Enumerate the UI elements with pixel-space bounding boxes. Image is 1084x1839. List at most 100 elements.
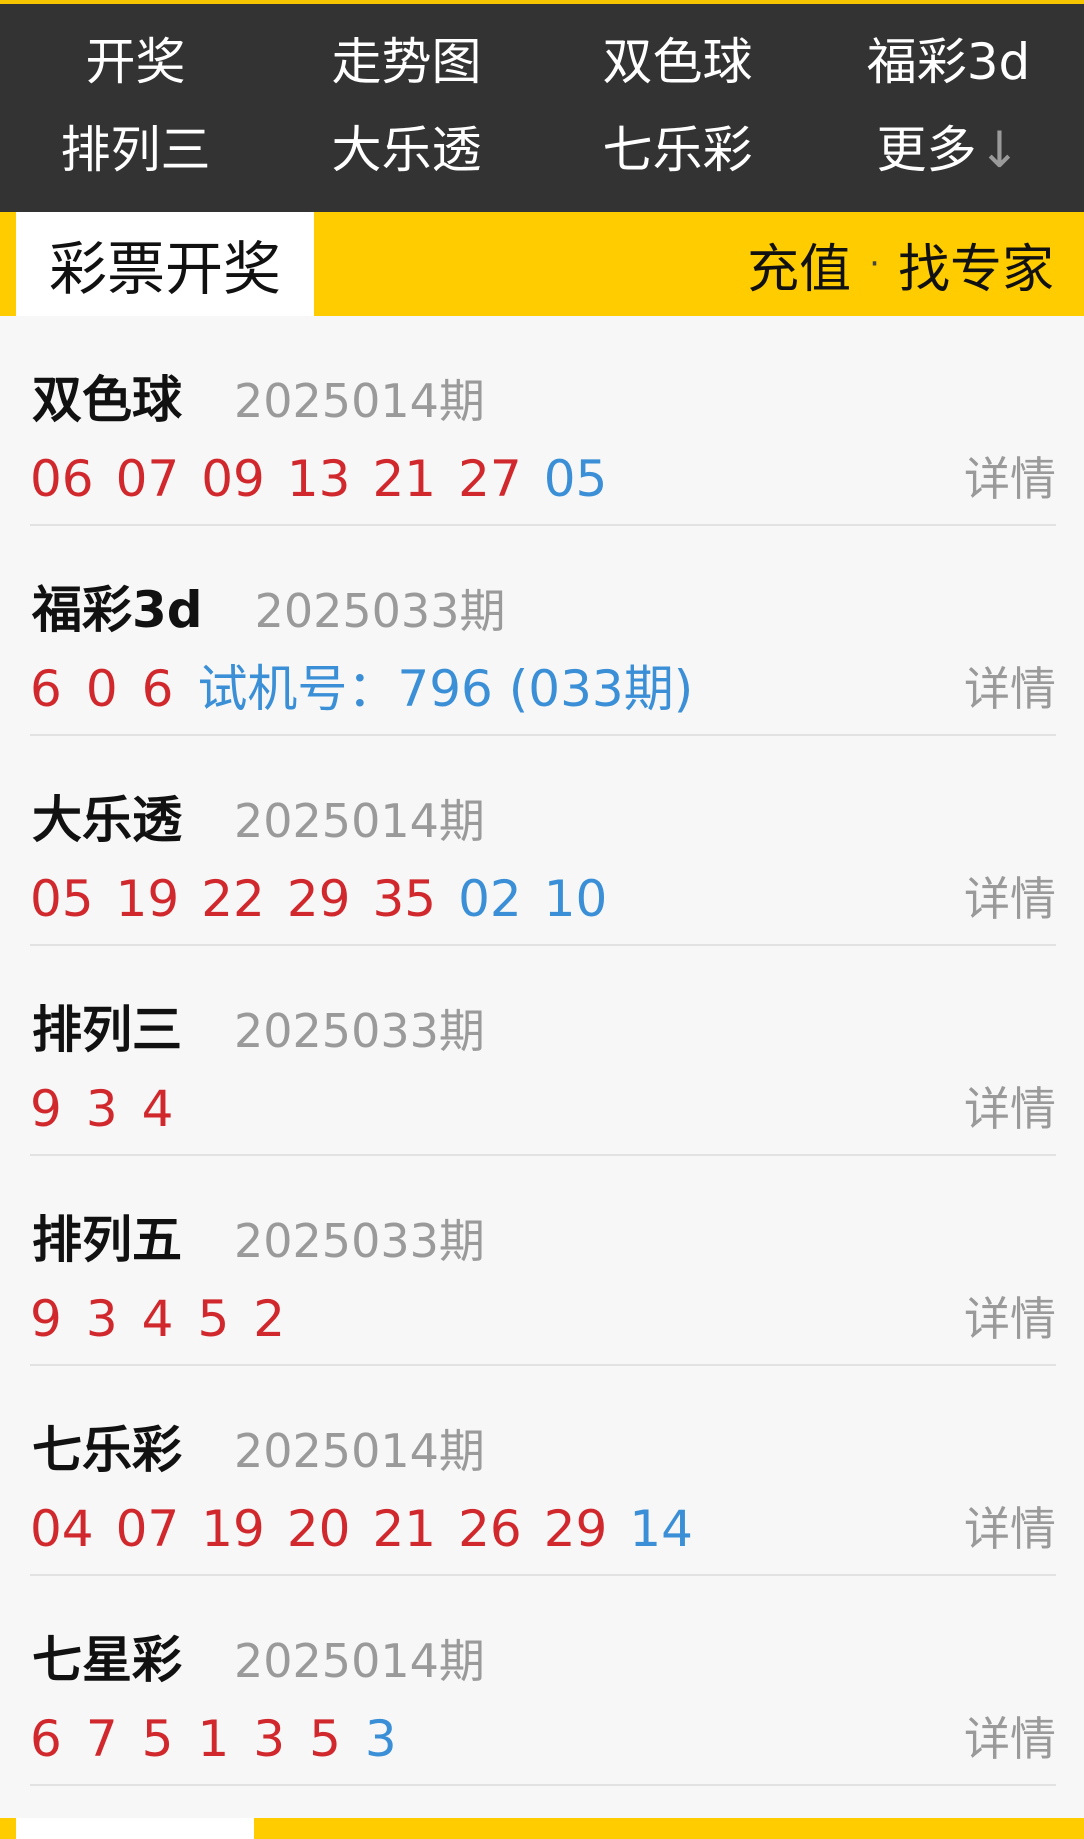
nav-more-label: 更多	[876, 121, 977, 179]
lottery-period: 2025014期	[234, 1424, 485, 1478]
winning-numbers: 05 19 22 29 35 02 10	[30, 874, 629, 924]
lottery-period: 2025014期	[234, 1634, 485, 1688]
nav-item-daletou[interactable]: 大乐透	[271, 125, 542, 175]
red-ball-number: 5	[197, 1290, 230, 1348]
winning-numbers: 06 07 09 13 21 27 05	[30, 454, 629, 504]
lottery-name: 七星彩	[32, 1631, 182, 1689]
red-ball-number: 0	[85, 660, 118, 718]
red-ball-number: 27	[458, 450, 522, 508]
red-ball-number: 05	[30, 870, 94, 928]
lottery-name: 福彩3d	[32, 581, 203, 639]
bottom-section-header	[0, 1818, 1084, 1839]
winning-numbers: 6751353	[30, 1714, 421, 1764]
nav-item-trend-chart[interactable]: 走势图	[271, 37, 542, 87]
top-navigation: 开奖 走势图 双色球 福彩3d 排列三 大乐透 七乐彩 更多↓	[0, 4, 1084, 212]
list-item[interactable]: 七乐彩 2025014期 04 07 19 20 21 26 29 14 详情	[30, 1366, 1056, 1576]
lottery-header: 大乐透 2025014期	[32, 780, 485, 852]
list-item[interactable]: 排列三 2025033期 9 3 4 详情	[30, 946, 1056, 1156]
red-ball-number: 29	[286, 870, 351, 928]
red-ball-number: 21	[372, 1500, 437, 1558]
lottery-name: 排列三	[32, 1001, 182, 1059]
red-ball-number: 26	[458, 1500, 522, 1558]
red-ball-number: 2	[253, 1290, 286, 1348]
nav-item-kaijiang[interactable]: 开奖	[0, 37, 271, 87]
nav-item-more[interactable]: 更多↓	[813, 125, 1084, 175]
nav-item-shuangseqiu[interactable]: 双色球	[542, 37, 813, 87]
red-ball-number: 6	[30, 660, 62, 718]
winning-numbers: 93452	[30, 1294, 309, 1344]
lottery-header: 七乐彩 2025014期	[32, 1410, 485, 1482]
winning-numbers: 934	[30, 1084, 197, 1134]
bottom-tab	[16, 1818, 254, 1839]
blue-ball-number: 3	[364, 1710, 397, 1768]
lottery-header: 双色球 2025014期	[32, 360, 485, 432]
trial-number: 试机号：796 (033期)	[197, 660, 694, 718]
red-ball-number: 19	[115, 870, 180, 928]
red-ball-number: 7	[85, 1710, 118, 1768]
detail-link[interactable]: 详情	[964, 456, 1056, 502]
link-separator: ·	[869, 244, 880, 284]
lottery-period: 2025033期	[234, 1214, 485, 1268]
winning-numbers: 04 07 19 20 21 26 29 14	[30, 1504, 715, 1554]
red-ball-number: 4	[141, 1290, 174, 1348]
blue-ball-number: 02	[458, 870, 522, 928]
lottery-name: 七乐彩	[32, 1421, 182, 1479]
blue-ball-number: 14	[629, 1500, 693, 1558]
red-ball-number: 9	[30, 1080, 62, 1138]
lottery-header: 排列五 2025033期	[32, 1200, 485, 1272]
lottery-results-list: 双色球 2025014期 06 07 09 13 21 27 05 详情 福彩3d 2025033期 6…	[0, 316, 1084, 1786]
detail-link[interactable]: 详情	[964, 1086, 1056, 1132]
red-ball-number: 07	[115, 450, 180, 508]
tab-lottery-results[interactable]: 彩票开奖	[16, 212, 314, 316]
list-item[interactable]: 七星彩 2025014期 6 7 5 1 3 5 3 详情	[30, 1576, 1056, 1786]
red-ball-number: 3	[253, 1710, 286, 1768]
red-ball-number: 13	[286, 450, 351, 508]
lottery-period: 2025014期	[234, 374, 485, 428]
list-item[interactable]: 排列五 2025033期 9 3 4 5 2 详情	[30, 1156, 1056, 1366]
lottery-name: 大乐透	[32, 791, 182, 849]
red-ball-number: 3	[85, 1080, 118, 1138]
section-header: 彩票开奖 充值 · 找专家	[0, 212, 1084, 316]
lottery-name: 双色球	[32, 371, 182, 429]
red-ball-number: 29	[543, 1500, 608, 1558]
detail-link[interactable]: 详情	[964, 666, 1056, 712]
list-item[interactable]: 大乐透 2025014期 05 19 22 29 35 02 10 详情	[30, 736, 1056, 946]
red-ball-number: 9	[30, 1290, 62, 1348]
red-ball-number: 09	[201, 450, 265, 508]
red-ball-number: 5	[141, 1710, 174, 1768]
detail-link[interactable]: 详情	[964, 876, 1056, 922]
lottery-header: 七星彩 2025014期	[32, 1620, 485, 1692]
lottery-period: 2025033期	[254, 584, 506, 638]
red-ball-number: 6	[141, 660, 174, 718]
section-links: 充值 · 找专家	[747, 212, 1054, 316]
winning-numbers: 6 0 6 试机号：796 (033期)	[30, 664, 693, 714]
red-ball-number: 06	[30, 450, 94, 508]
nav-item-pailie3[interactable]: 排列三	[0, 125, 271, 175]
lottery-period: 2025033期	[234, 1004, 485, 1058]
red-ball-number: 19	[201, 1500, 265, 1558]
detail-link[interactable]: 详情	[964, 1296, 1056, 1342]
nav-item-fucai3d[interactable]: 福彩3d	[813, 37, 1084, 87]
red-ball-number: 07	[115, 1500, 180, 1558]
list-item[interactable]: 双色球 2025014期 06 07 09 13 21 27 05 详情	[30, 316, 1056, 526]
red-ball-number: 21	[372, 450, 437, 508]
red-ball-number: 20	[286, 1500, 351, 1558]
lottery-header: 福彩3d 2025033期	[32, 570, 505, 642]
red-ball-number: 1	[197, 1710, 230, 1768]
detail-link[interactable]: 详情	[964, 1716, 1056, 1762]
find-expert-link[interactable]: 找专家	[898, 227, 1054, 302]
red-ball-number: 4	[141, 1080, 174, 1138]
red-ball-number: 22	[201, 870, 265, 928]
recharge-link[interactable]: 充值	[747, 227, 851, 302]
blue-ball-number: 10	[543, 870, 608, 928]
red-ball-number: 04	[30, 1500, 94, 1558]
lottery-period: 2025014期	[234, 794, 485, 848]
nav-item-qilecai[interactable]: 七乐彩	[542, 125, 813, 175]
lottery-name: 排列五	[32, 1211, 182, 1269]
blue-ball-number: 05	[543, 450, 608, 508]
red-ball-number: 5	[309, 1710, 341, 1768]
lottery-header: 排列三 2025033期	[32, 990, 485, 1062]
arrow-down-icon: ↓	[978, 121, 1021, 179]
list-item[interactable]: 福彩3d 2025033期 6 0 6 试机号：796 (033期) 详情	[30, 526, 1056, 736]
detail-link[interactable]: 详情	[964, 1506, 1056, 1552]
